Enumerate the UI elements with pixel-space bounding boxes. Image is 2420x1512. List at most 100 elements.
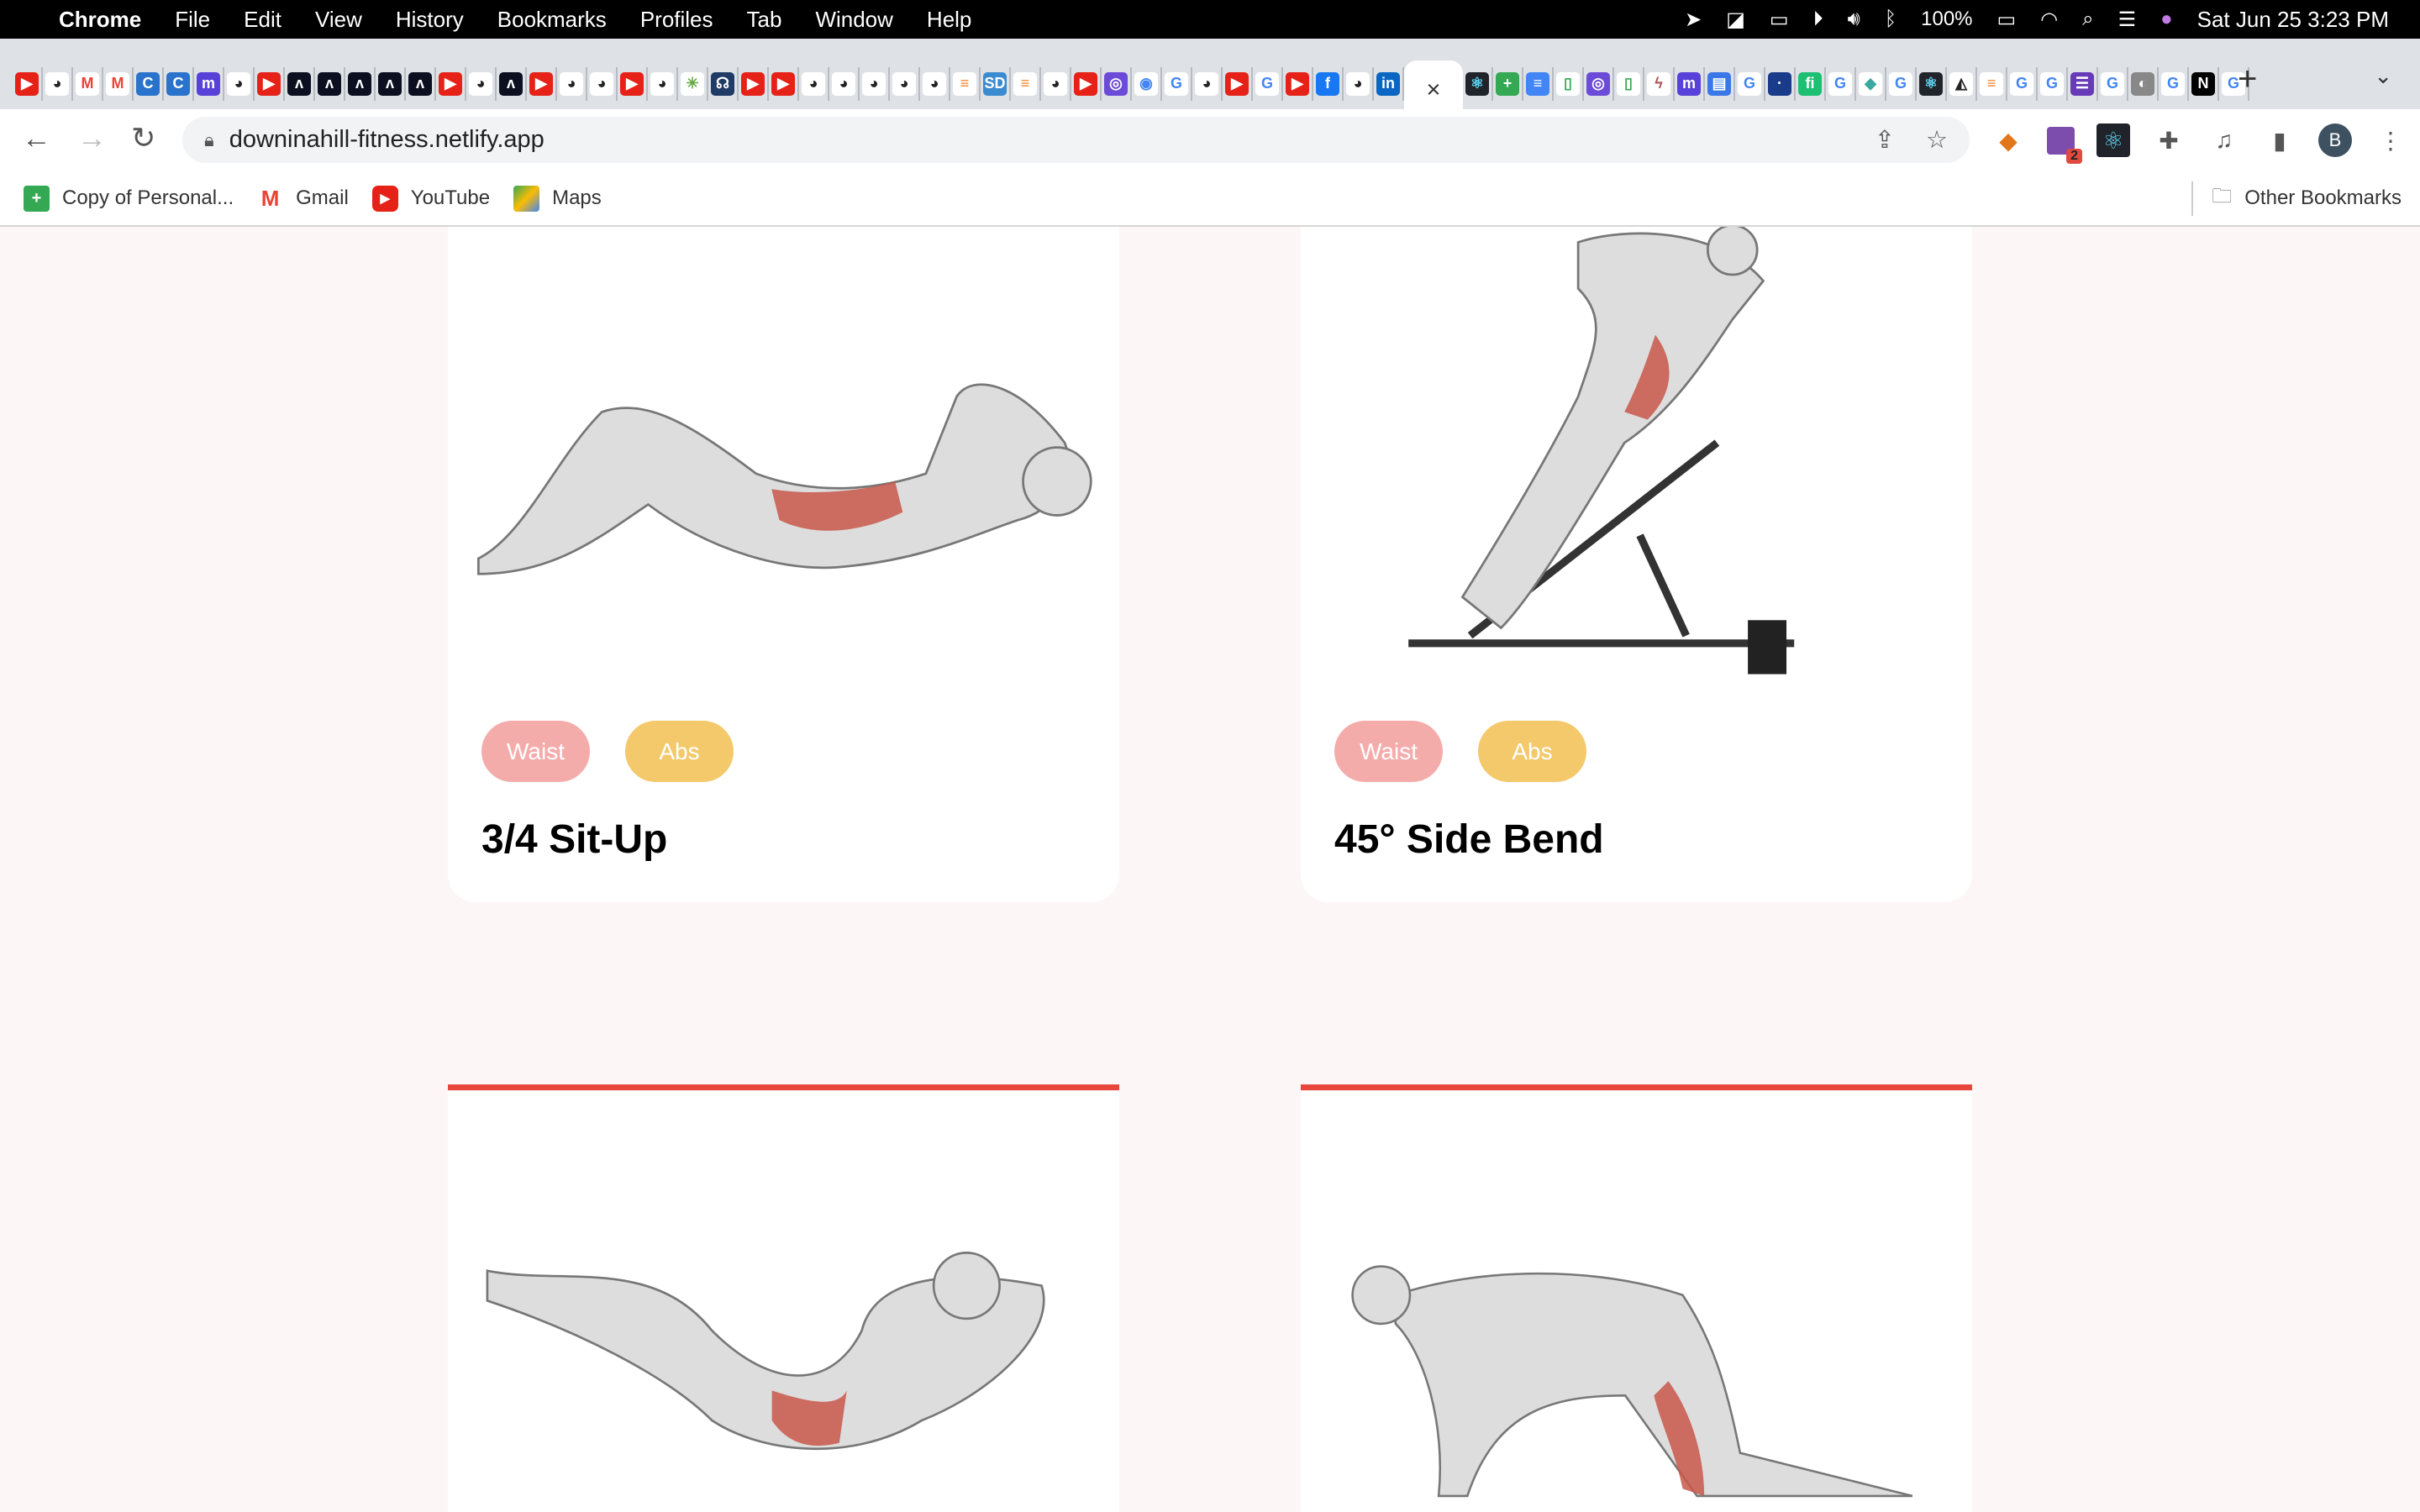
- tab-forms[interactable]: ☰: [2068, 66, 2098, 101]
- tab-gray[interactable]: ◐: [2128, 66, 2159, 101]
- display-icon[interactable]: ▭: [1770, 8, 1789, 32]
- tab-notion[interactable]: N: [2189, 66, 2219, 101]
- tab-github[interactable]: ◕: [1041, 66, 1071, 101]
- exercise-card[interactable]: Waist Abs 45° Side Bend: [1301, 227, 1972, 902]
- menu-view[interactable]: View: [315, 7, 362, 33]
- profile-avatar[interactable]: B: [2318, 123, 2352, 157]
- tab-coursera[interactable]: C: [164, 66, 194, 101]
- tab-search-chevron-icon[interactable]: ⌄: [2374, 63, 2392, 89]
- tab-youtube[interactable]: ▶: [1071, 66, 1102, 101]
- tab-bird[interactable]: ϟ: [1644, 66, 1675, 101]
- battery-icon[interactable]: ▭: [1997, 8, 2017, 32]
- reload-button[interactable]: ↻: [131, 122, 155, 155]
- side-panel-icon[interactable]: ▮: [2263, 123, 2296, 157]
- tab-youtube[interactable]: ▶: [527, 66, 557, 101]
- wifi-icon[interactable]: ◠: [2040, 8, 2058, 32]
- clock[interactable]: Sat Jun 25 3:23 PM: [2197, 7, 2389, 33]
- exercise-card[interactable]: [448, 1084, 1119, 1512]
- tab-github[interactable]: ◕: [1344, 66, 1374, 101]
- tab-chrome[interactable]: ◉: [1132, 66, 1162, 101]
- tab-github[interactable]: ◕: [466, 66, 497, 101]
- tab-youtube[interactable]: ▶: [1223, 66, 1253, 101]
- tab-linkedin[interactable]: in: [1374, 66, 1404, 101]
- menu-app-chrome[interactable]: Chrome: [59, 7, 141, 33]
- back-button[interactable]: ←: [22, 122, 51, 155]
- tab-google[interactable]: G: [1826, 66, 1856, 101]
- tab-react[interactable]: ⚛: [1917, 66, 1947, 101]
- tab-stackoverflow[interactable]: ≡: [950, 66, 981, 101]
- tab-youtube[interactable]: ▶: [436, 66, 466, 101]
- tab-github[interactable]: ◕: [224, 66, 255, 101]
- forward-button[interactable]: →: [77, 122, 107, 155]
- media-controls-icon[interactable]: ♫: [2207, 123, 2241, 157]
- tab-github[interactable]: ◕: [890, 66, 920, 101]
- tab-sheets[interactable]: +: [1493, 66, 1523, 101]
- menu-file[interactable]: File: [175, 7, 210, 33]
- tab-green[interactable]: ▯: [1554, 66, 1584, 101]
- mcafee-icon[interactable]: ◪: [1726, 8, 1745, 32]
- bluetooth-icon[interactable]: ᛒ: [1885, 8, 1897, 31]
- tab-purple[interactable]: ◎: [1584, 66, 1614, 101]
- play-icon[interactable]: ⏵: [1813, 8, 1823, 31]
- tab-github[interactable]: ◕: [799, 66, 829, 101]
- location-icon[interactable]: ➤: [1685, 8, 1702, 32]
- tab-docs[interactable]: ≡: [1523, 66, 1554, 101]
- tab-youtube[interactable]: ▶: [739, 66, 769, 101]
- tab-codewars[interactable]: ʌ: [345, 66, 376, 101]
- tab-octopus[interactable]: ☊: [708, 66, 739, 101]
- menu-window[interactable]: Window: [815, 7, 892, 33]
- menu-history[interactable]: History: [396, 7, 464, 33]
- tab-sd[interactable]: SD: [981, 66, 1011, 101]
- tab-fiverr[interactable]: fi: [1796, 66, 1826, 101]
- tab-github[interactable]: ◕: [829, 66, 860, 101]
- tab-google[interactable]: G: [2007, 66, 2038, 101]
- bookmark-gmail[interactable]: M Gmail: [257, 186, 349, 212]
- tab-github[interactable]: ◕: [587, 66, 618, 101]
- extensions-puzzle-icon[interactable]: ✚: [2152, 123, 2186, 157]
- tab-github[interactable]: ◕: [1192, 66, 1223, 101]
- url-text[interactable]: downinahill-fitness.netlify.app: [229, 126, 544, 154]
- tab-facebook[interactable]: f: [1313, 66, 1344, 101]
- tab-codewars[interactable]: ʌ: [497, 66, 527, 101]
- address-bar[interactable]: 🔒︎ downinahill-fitness.netlify.app ⇪ ☆: [182, 117, 1970, 163]
- tab-youtube[interactable]: ▶: [769, 66, 799, 101]
- tab-google[interactable]: G: [2098, 66, 2128, 101]
- tab-pinwheel[interactable]: ✳: [678, 66, 708, 101]
- tab-gmail[interactable]: M: [103, 66, 134, 101]
- tab-green[interactable]: ▯: [1614, 66, 1644, 101]
- tab-stackoverflow[interactable]: ≡: [1011, 66, 1041, 101]
- other-bookmarks[interactable]: 🗀 Other Bookmarks: [2191, 181, 2402, 216]
- tab-teal[interactable]: ◆: [1856, 66, 1886, 101]
- tab-google[interactable]: G: [1735, 66, 1765, 101]
- menu-bookmarks[interactable]: Bookmarks: [497, 7, 607, 33]
- bookmark-copy-of-personal[interactable]: + Copy of Personal...: [24, 185, 234, 212]
- tab-coursera[interactable]: C: [134, 66, 164, 101]
- metamask-icon[interactable]: ◆: [1991, 123, 2025, 157]
- tab-github[interactable]: ◕: [648, 66, 678, 101]
- tab-github[interactable]: ◕: [920, 66, 950, 101]
- volume-icon[interactable]: 🔊︎: [1848, 8, 1860, 31]
- tab-navy[interactable]: ·: [1765, 66, 1796, 101]
- tab-gmail[interactable]: M: [73, 66, 103, 101]
- tag-waist[interactable]: Waist: [1334, 721, 1443, 782]
- tab-youtube[interactable]: ▶: [13, 66, 43, 101]
- tab-codewars[interactable]: ʌ: [406, 66, 436, 101]
- tab-google[interactable]: G: [2038, 66, 2068, 101]
- tab-react[interactable]: ⚛: [1463, 66, 1493, 101]
- menu-edit[interactable]: Edit: [244, 7, 281, 33]
- share-icon[interactable]: ⇪: [1875, 125, 1895, 155]
- menu-tab[interactable]: Tab: [747, 7, 782, 33]
- lock-icon[interactable]: 🔒︎: [204, 129, 214, 151]
- tab-codewars[interactable]: ʌ: [376, 66, 406, 101]
- exercise-card[interactable]: Waist Abs 3/4 Sit-Up: [448, 227, 1119, 902]
- exercise-title[interactable]: 45° Side Bend: [1334, 816, 1604, 863]
- tab-stackoverflow[interactable]: ≡: [1977, 66, 2007, 101]
- tab-google[interactable]: G: [1886, 66, 1917, 101]
- tab-github[interactable]: ◕: [557, 66, 587, 101]
- tab-youtube[interactable]: ▶: [618, 66, 648, 101]
- tab-youtube[interactable]: ▶: [255, 66, 285, 101]
- menu-help[interactable]: Help: [927, 7, 971, 33]
- tab-sonar[interactable]: ◭: [1947, 66, 1977, 101]
- tab-google[interactable]: G: [2159, 66, 2189, 101]
- new-tab-button[interactable]: +: [2238, 60, 2257, 98]
